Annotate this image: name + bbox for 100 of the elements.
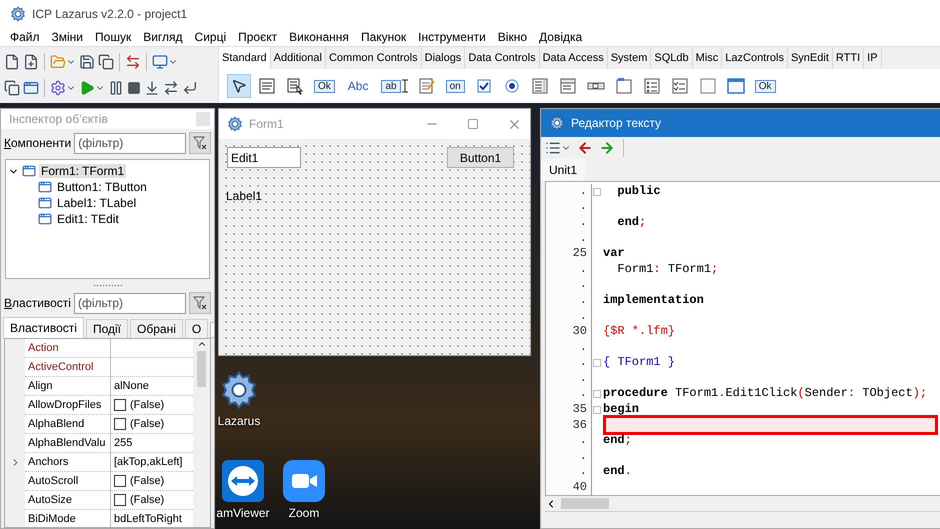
checkbox[interactable] bbox=[114, 418, 126, 430]
tab[interactable]: Події bbox=[86, 319, 128, 338]
menu-item[interactable]: Пакунок bbox=[354, 30, 412, 44]
tree-item[interactable]: Form1: TForm1 bbox=[39, 164, 126, 178]
checkbox[interactable] bbox=[114, 399, 126, 411]
code-line: Form1: TForm1; bbox=[616, 262, 718, 278]
menu-item[interactable]: Інструменти bbox=[412, 30, 492, 44]
property-name: Action bbox=[25, 339, 111, 358]
menu-item[interactable]: Довідка bbox=[533, 30, 588, 44]
window-title: Form1 bbox=[249, 117, 284, 131]
video-camera-icon[interactable] bbox=[283, 460, 325, 502]
filter-field[interactable]: (фільтр) bbox=[74, 132, 186, 154]
pointer-icon bbox=[231, 78, 247, 94]
code-line: public bbox=[616, 184, 661, 200]
menu-item[interactable]: Вікно bbox=[492, 30, 534, 44]
gear-icon bbox=[549, 114, 565, 131]
fold-marker[interactable] bbox=[593, 359, 601, 368]
tree-item[interactable]: Button1: TButton bbox=[55, 180, 149, 194]
folder-icon bbox=[50, 54, 66, 70]
checkbox[interactable] bbox=[114, 494, 126, 506]
save-all-button[interactable] bbox=[98, 52, 114, 72]
filter-field[interactable]: (фільтр) bbox=[74, 292, 186, 314]
code-line: begin bbox=[602, 402, 640, 418]
scroll-thumb[interactable] bbox=[197, 351, 206, 387]
build-mode-button[interactable] bbox=[50, 78, 76, 98]
code-line: end. bbox=[602, 464, 632, 480]
panel-icon bbox=[698, 77, 717, 95]
group-box-icon bbox=[614, 77, 633, 95]
scrollbar[interactable] bbox=[193, 339, 210, 527]
palette-button[interactable]: ab bbox=[378, 74, 411, 98]
property-value: (False) bbox=[130, 475, 164, 487]
palette-button[interactable]: Abc bbox=[342, 74, 374, 98]
palette-button[interactable]: on bbox=[442, 74, 468, 98]
gear-icon bbox=[219, 370, 259, 410]
line-number: . bbox=[578, 277, 588, 293]
code-line: end; bbox=[602, 433, 632, 449]
line-number: . bbox=[578, 184, 588, 200]
code-line: {$R *.lfm} bbox=[602, 324, 676, 340]
menu-item[interactable]: Пошук bbox=[89, 30, 138, 44]
desktop-icon-label: amViewer bbox=[216, 506, 270, 520]
line-number: . bbox=[578, 355, 588, 371]
line-number: 30 bbox=[572, 324, 588, 340]
palette-button[interactable]: Ok bbox=[311, 74, 338, 98]
line-number: . bbox=[578, 308, 588, 324]
edit-field[interactable]: Edit1 bbox=[227, 147, 301, 168]
tab[interactable]: О bbox=[184, 319, 208, 338]
radio-group-icon bbox=[642, 77, 661, 95]
menu-item[interactable]: Сирці bbox=[188, 30, 232, 44]
window-icon bbox=[38, 196, 52, 210]
line-number: . bbox=[578, 370, 588, 386]
editor-tab[interactable]: Unit1 bbox=[541, 158, 586, 181]
scroll-thumb[interactable] bbox=[561, 498, 609, 510]
window-title: ICP Lazarus v2.2.0 - project1 bbox=[32, 7, 188, 21]
filter-clear-icon bbox=[193, 296, 207, 310]
desktop-icon-label: Zoom bbox=[288, 506, 320, 520]
tab[interactable]: Обрані bbox=[130, 319, 183, 338]
dropdown-icon bbox=[558, 77, 577, 95]
monitor-icon bbox=[152, 54, 168, 70]
palette-button[interactable] bbox=[227, 74, 251, 98]
tree-item[interactable]: Label1: TLabel bbox=[55, 196, 138, 210]
checkbox[interactable] bbox=[114, 475, 126, 487]
play-icon bbox=[79, 80, 95, 96]
gear-icon bbox=[50, 80, 66, 96]
code-line: end; bbox=[616, 214, 646, 231]
line-number: . bbox=[578, 214, 588, 231]
tree-item[interactable]: Edit1: TEdit bbox=[55, 212, 121, 226]
grip-icon[interactable] bbox=[92, 284, 122, 286]
line-number: . bbox=[578, 230, 588, 246]
menu-item[interactable]: Файл bbox=[4, 30, 46, 44]
property-name: AutoSize bbox=[25, 491, 111, 510]
clear-filter-button[interactable] bbox=[189, 132, 211, 154]
menu-item[interactable]: Виконання bbox=[283, 30, 355, 44]
radio-icon bbox=[502, 77, 521, 95]
line-number: . bbox=[578, 433, 588, 449]
fold-marker[interactable] bbox=[593, 188, 601, 196]
tab[interactable]: Властивості bbox=[3, 317, 84, 338]
line-number: . bbox=[578, 340, 588, 356]
line-number: . bbox=[578, 448, 588, 464]
palette-tab[interactable]: Additional bbox=[270, 47, 326, 69]
view-units-button[interactable] bbox=[4, 78, 20, 98]
fold-marker[interactable] bbox=[593, 406, 601, 414]
line-number: . bbox=[578, 292, 588, 308]
form-label: Label1 bbox=[226, 189, 262, 203]
list-icon bbox=[545, 140, 561, 156]
property-name: AutoScroll bbox=[25, 472, 111, 491]
menu-item[interactable]: Вигляд bbox=[137, 30, 189, 44]
palette-tab[interactable]: Standard bbox=[219, 47, 271, 69]
code-line: { TForm1 } bbox=[602, 355, 676, 371]
clear-filter-button[interactable] bbox=[189, 292, 211, 314]
menu-item[interactable]: Проєкт bbox=[232, 30, 284, 44]
window-icon bbox=[726, 77, 745, 95]
maximize-icon[interactable] bbox=[467, 118, 479, 130]
new-unit-button[interactable] bbox=[4, 52, 20, 72]
fold-marker[interactable] bbox=[593, 390, 601, 398]
menu-item[interactable]: Зміни bbox=[46, 30, 90, 44]
new-form-button[interactable] bbox=[23, 52, 39, 72]
line-number: 35 bbox=[572, 402, 588, 418]
form-button[interactable]: Button1 bbox=[447, 147, 514, 168]
memo-icon bbox=[418, 77, 436, 95]
palette-button[interactable]: Ok bbox=[752, 74, 778, 98]
